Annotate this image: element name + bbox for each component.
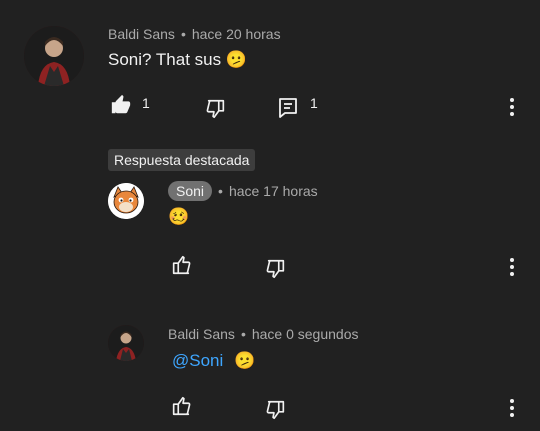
meta-separator: •	[218, 183, 223, 199]
reply-time[interactable]: hace 0 segundos	[252, 326, 359, 342]
reply-like-button[interactable]	[170, 395, 192, 417]
thumb-up-outline-icon	[172, 255, 191, 275]
mention-link[interactable]: @Soni	[172, 351, 223, 370]
reply-avatar[interactable]	[108, 325, 144, 361]
more-vertical-icon	[510, 258, 514, 276]
like-button[interactable]	[110, 94, 132, 116]
reply-more-options-button[interactable]	[506, 397, 518, 419]
meta-separator: •	[180, 26, 186, 42]
reply-dislike-button[interactable]	[265, 399, 287, 421]
more-vertical-icon	[510, 399, 514, 417]
like-count: 1	[142, 95, 150, 111]
reply-text: @Soni 🫤	[172, 351, 255, 371]
comment-text-body: Soni? That sus	[108, 50, 222, 69]
reply-author[interactable]: Baldi Sans	[168, 326, 235, 342]
comment-reply-icon	[279, 98, 297, 118]
reply-count: 1	[310, 95, 318, 111]
dislike-button[interactable]	[205, 98, 227, 120]
more-vertical-icon	[510, 98, 514, 116]
comment-meta: Baldi Sans • hace 20 horas	[108, 26, 281, 42]
comment-time[interactable]: hace 20 horas	[192, 26, 281, 42]
reply-meta: Soni • hace 17 horas	[168, 181, 318, 201]
thumb-down-outline-icon	[266, 400, 285, 420]
comment-author[interactable]: Baldi Sans	[108, 26, 175, 42]
reply-like-button[interactable]	[170, 254, 192, 276]
avatar[interactable]	[24, 26, 84, 86]
comment-text: Soni? That sus 🫤	[108, 50, 247, 70]
more-options-button[interactable]	[506, 96, 518, 118]
featured-reply-badge: Respuesta destacada	[108, 149, 256, 171]
thumb-down-outline-icon	[206, 99, 225, 119]
comment-emoji: 🫤	[225, 50, 247, 69]
reply-emoji: 🫤	[234, 351, 256, 370]
reply-text: 🥴	[168, 207, 190, 226]
reply-meta: Baldi Sans • hace 0 segundos	[168, 326, 358, 342]
meta-separator: •	[240, 326, 246, 342]
reply-time[interactable]: hace 17 horas	[229, 183, 318, 199]
thumb-up-filled-icon	[111, 94, 131, 114]
thumb-up-outline-icon	[172, 396, 191, 416]
reply-more-options-button[interactable]	[506, 256, 518, 278]
reply-dislike-button[interactable]	[265, 258, 287, 280]
reply-avatar[interactable]	[108, 183, 144, 219]
thumb-down-outline-icon	[266, 259, 285, 279]
reply-author-chip[interactable]: Soni	[168, 181, 213, 201]
reply-button[interactable]	[278, 97, 298, 119]
